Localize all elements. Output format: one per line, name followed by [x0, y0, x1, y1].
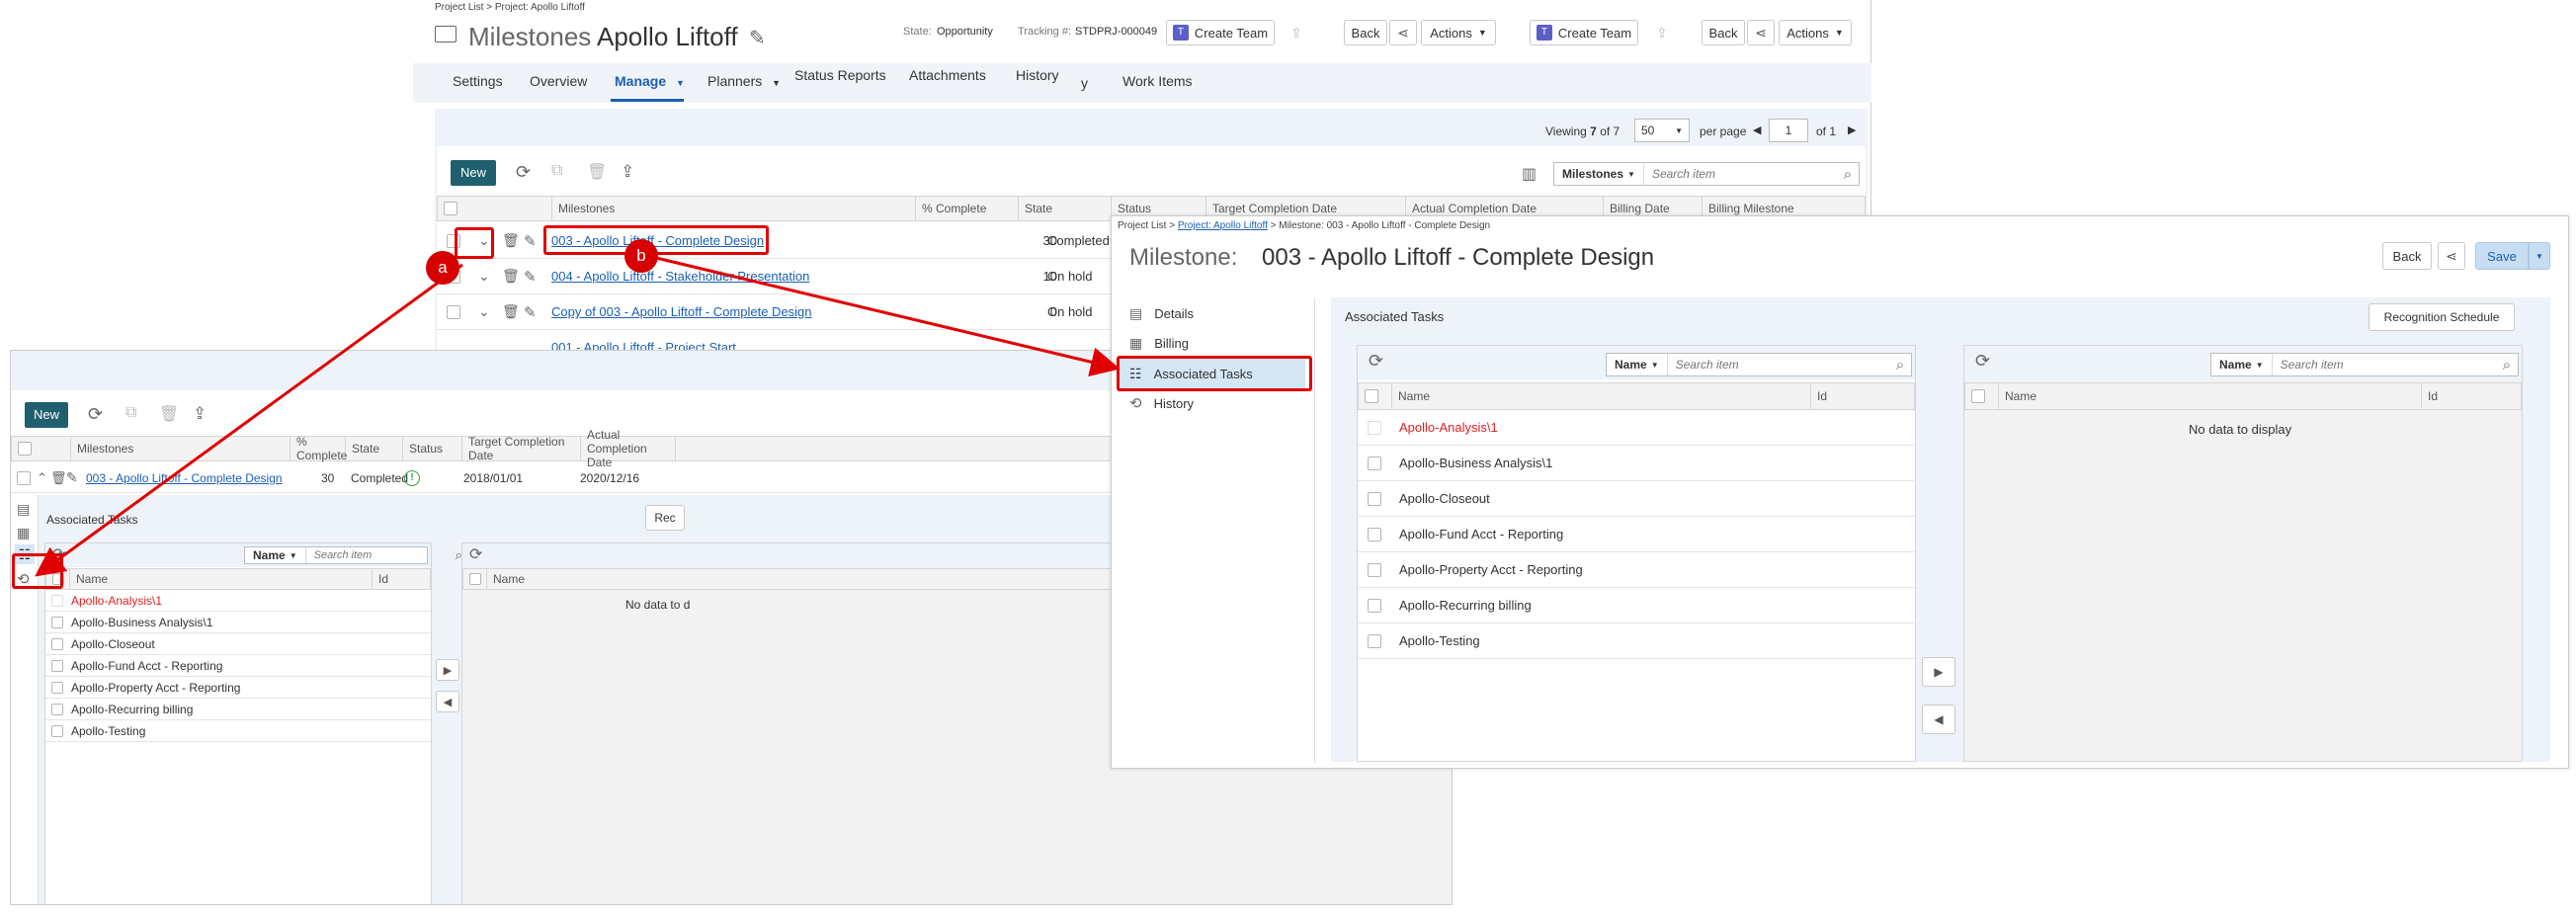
callout-arrows [35, 255, 1121, 577]
callout-badge-b: b [624, 239, 658, 273]
highlight-assoc-sidebar [1117, 356, 1312, 391]
arrow-b [651, 255, 1121, 377]
highlight-expand-chevron [455, 227, 494, 259]
arrow-a [35, 263, 463, 577]
highlight-assoc-icon [12, 553, 63, 589]
callout-badge-a: a [426, 251, 459, 285]
